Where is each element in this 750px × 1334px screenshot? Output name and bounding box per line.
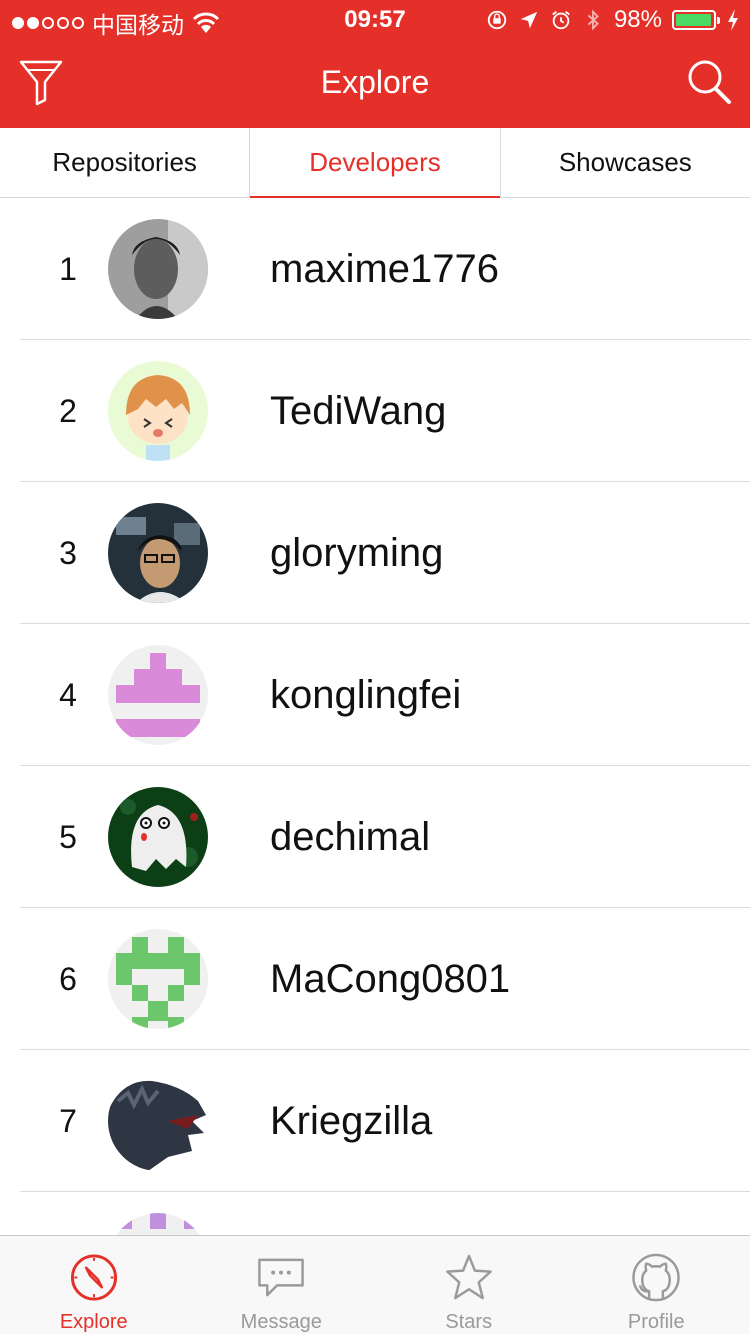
star-icon [445,1254,492,1300]
location-arrow-icon [520,11,538,29]
developer-username: gloryming [270,531,444,575]
tabbar-label: Explore [59,1311,128,1333]
tabbar-label: Stars [445,1311,493,1333]
developer-list: 1 maxime1776 2 TediWang 3 gloryming 4 ko… [0,198,750,1235]
avatar[interactable] [108,1071,208,1171]
rank-number: 3 [59,535,77,571]
rank-number: 1 [59,251,77,287]
status-bar: 中国移动 09:57 98% [0,0,750,40]
list-item[interactable]: 7 Kriegzilla [0,1050,750,1192]
status-right: 98% [486,6,740,34]
chat-bubble-icon [258,1258,305,1297]
list-item[interactable]: 6 MaCong0801 [0,908,750,1050]
list-item[interactable]: 3 gloryming [0,482,750,624]
avatar[interactable] [108,645,208,745]
battery-percent: 98% [613,6,662,33]
battery-icon [672,10,720,30]
tab-developers[interactable]: Developers [249,128,500,198]
bottom-tab-bar: Explore Message Stars Profile [0,1235,750,1334]
list-item[interactable]: 4 konglingfei [0,624,750,766]
navigation-bar: Explore [0,40,750,128]
avatar[interactable] [108,787,208,887]
battery-level [676,14,712,26]
list-item[interactable]: 2 TediWang [0,340,750,482]
page-title: Explore [320,64,430,100]
avatar[interactable] [108,219,208,319]
tabbar-item-message[interactable]: Message [188,1236,376,1334]
segmented-tabs: Repositories Developers Showcases [0,128,750,198]
developer-username: maxime1776 [270,247,500,291]
tabbar-label: Message [240,1311,322,1333]
list-item[interactable]: 1 maxime1776 [0,198,750,340]
rank-number: 2 [59,393,77,429]
developer-username: MaCong0801 [270,957,511,1001]
rotation-lock-icon [487,10,507,30]
tab-showcases[interactable]: Showcases [499,128,750,197]
app-header: 中国移动 09:57 98% Explore [0,0,750,128]
search-icon[interactable] [686,58,732,106]
tabbar-item-stars[interactable]: Stars [375,1236,563,1334]
rank-number: 6 [59,961,77,997]
tabbar-item-explore[interactable]: Explore [0,1236,188,1334]
rank-number: 5 [59,819,77,855]
list-item[interactable] [0,1192,750,1235]
charging-bolt-icon [728,9,738,31]
rank-number: 4 [59,677,77,713]
developer-username: dechimal [270,815,431,859]
avatar[interactable] [108,361,208,461]
developer-username: Kriegzilla [270,1099,433,1143]
developer-username: konglingfei [270,673,462,717]
avatar[interactable] [108,929,208,1029]
avatar[interactable] [108,503,208,603]
alarm-icon [552,11,570,30]
tabbar-label: Profile [627,1311,685,1333]
bluetooth-icon [587,9,599,31]
tabbar-item-profile[interactable]: Profile [563,1236,750,1334]
list-item[interactable]: 5 dechimal [0,766,750,908]
developer-username: TediWang [270,389,447,433]
rank-number: 7 [59,1103,77,1139]
avatar[interactable] [108,1213,208,1235]
compass-icon [70,1254,117,1301]
tab-repositories[interactable]: Repositories [0,128,249,197]
github-octocat-icon [632,1253,681,1302]
